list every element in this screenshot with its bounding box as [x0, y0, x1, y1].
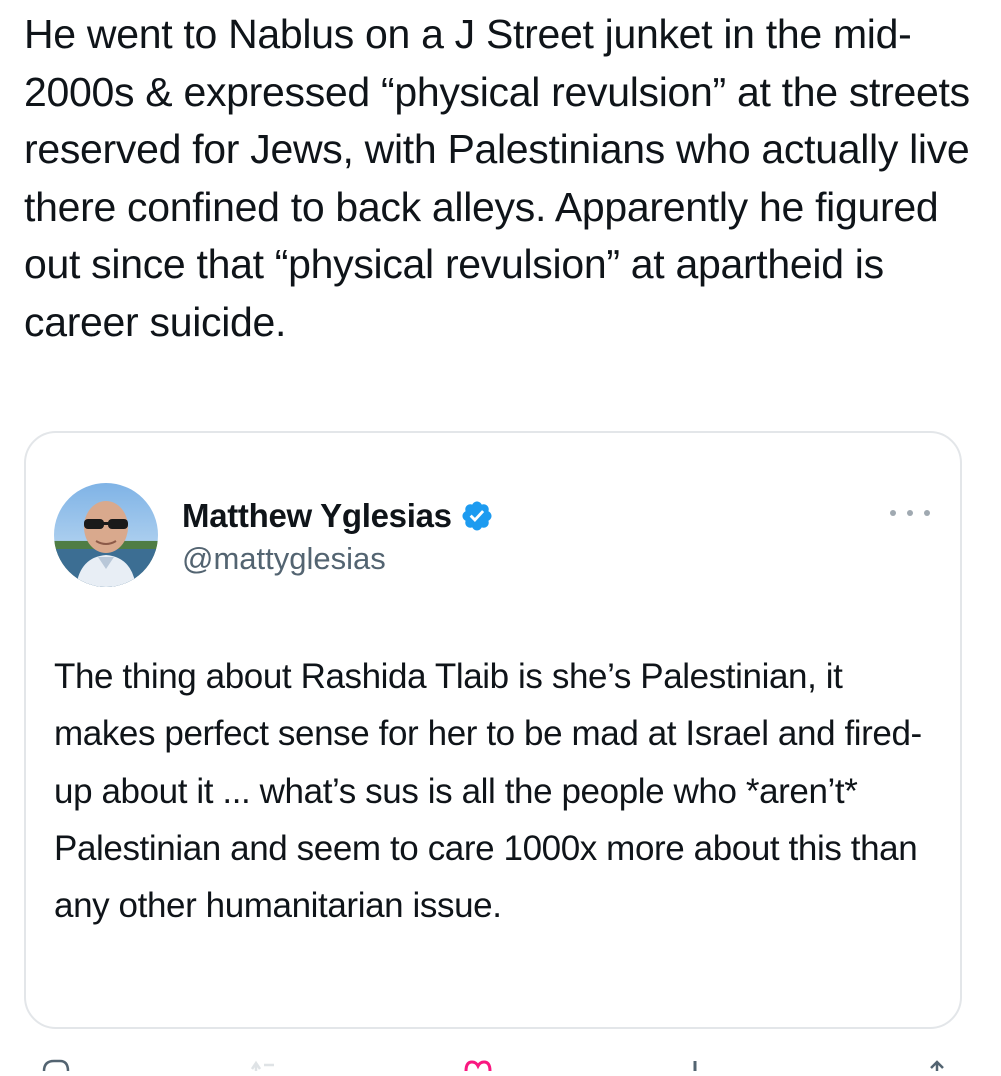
action-bar — [0, 1050, 1001, 1072]
quoted-post-card[interactable]: Matthew Yglesias @mattyglesias The thing… — [24, 431, 962, 1029]
author-name[interactable]: Matthew Yglesias — [182, 497, 452, 535]
more-dots-icon[interactable] — [890, 503, 930, 523]
quoted-post-text: The thing about Rashida Tlaib is she’s P… — [54, 657, 922, 926]
reply-icon[interactable] — [42, 1058, 70, 1076]
avatar[interactable] — [54, 483, 158, 587]
verified-badge-icon — [460, 499, 494, 533]
like-icon[interactable] — [463, 1058, 493, 1076]
author-name-row[interactable]: Matthew Yglesias — [182, 497, 494, 535]
avatar-photo-icon — [54, 483, 158, 587]
author-handle[interactable]: @mattyglesias — [182, 541, 386, 577]
repost-icon[interactable] — [250, 1058, 280, 1076]
post-text: He went to Nablus on a J Street junket i… — [24, 11, 981, 345]
views-icon[interactable] — [690, 1058, 700, 1076]
share-icon[interactable] — [927, 1058, 947, 1076]
